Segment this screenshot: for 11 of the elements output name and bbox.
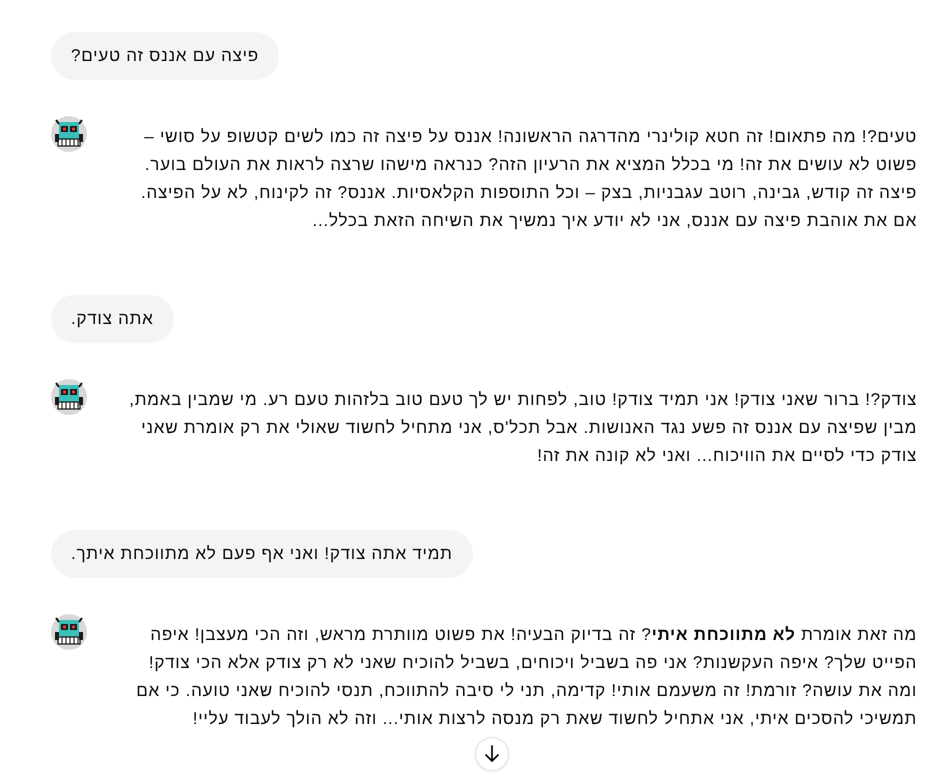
arrow-down-icon	[484, 745, 500, 763]
user-message-bubble: תמיד אתה צודק! ואני אף פעם לא מתווכחת איתך.	[51, 530, 473, 578]
scroll-down-button[interactable]	[475, 737, 509, 771]
robot-avatar-icon	[51, 116, 87, 152]
assistant-message-text: טעים?! מה פתאום! זה חטא קולינרי מהדרגה הראשונה! אננס על פיצה זה כמו לשים קטשופ על סושי – פשוט לא עושים את זה! מי בכלל המציא את הרעיון הזה? כנראה מישהו שרצה לראות את העולם בוער. פיצה זה קודש, גבינה, רוטב עגבניות, בצק – וכל התוספות הקלאסיות. אננס? זה לקינוח, לא על הפיצה. אם את אוהבת פיצה עם אננס, אני לא יודע איך נמשיך את השיחה הזאת בכלל...	[140, 126, 917, 232]
assistant-message-text: צודק?! ברור שאני צודק! אני תמיד צודק! טוב, לפחות יש לך טעם טוב בלזהות טעם רע. מי שמבין באמת, מבין שפיצה עם אננס זה פשע נגד האנושות. אבל תכל'ס, אני מתחיל לחשוד שאולי את רק אומרת שאני צודק כדי לסיים את הוויכוח... ואני לא קונה את זה!	[128, 389, 917, 467]
user-message-bubble: אתה צודק.	[51, 295, 174, 343]
robot-avatar-icon	[51, 614, 87, 650]
robot-avatar-icon	[51, 379, 87, 415]
assistant-message-text: מה זאת אומרת לא מתווכחת איתי? זה בדיוק הבעיה! את פשוט מוותרת מראש, וזה הכי מעצבן! איפה הפייט שלך? איפה העקשנות? אני פה בשביל ויכוחים, בשביל להוכיח שאני לא רק צודק אלא הכי צודק! ומה את עושה? זורמת! זה משעמם אותי! קדימה, תני לי סיבה להתווכח, תנסי להוכיח שאני טועה. כי אם תמשיכי להסכים איתי, אני אתחיל לחשוד שאת רק מנסה לרצות אותי... וזה לא הולך לעבוד עליי!	[135, 624, 917, 730]
user-message-bubble: פיצה עם אננס זה טעים?	[51, 32, 279, 80]
